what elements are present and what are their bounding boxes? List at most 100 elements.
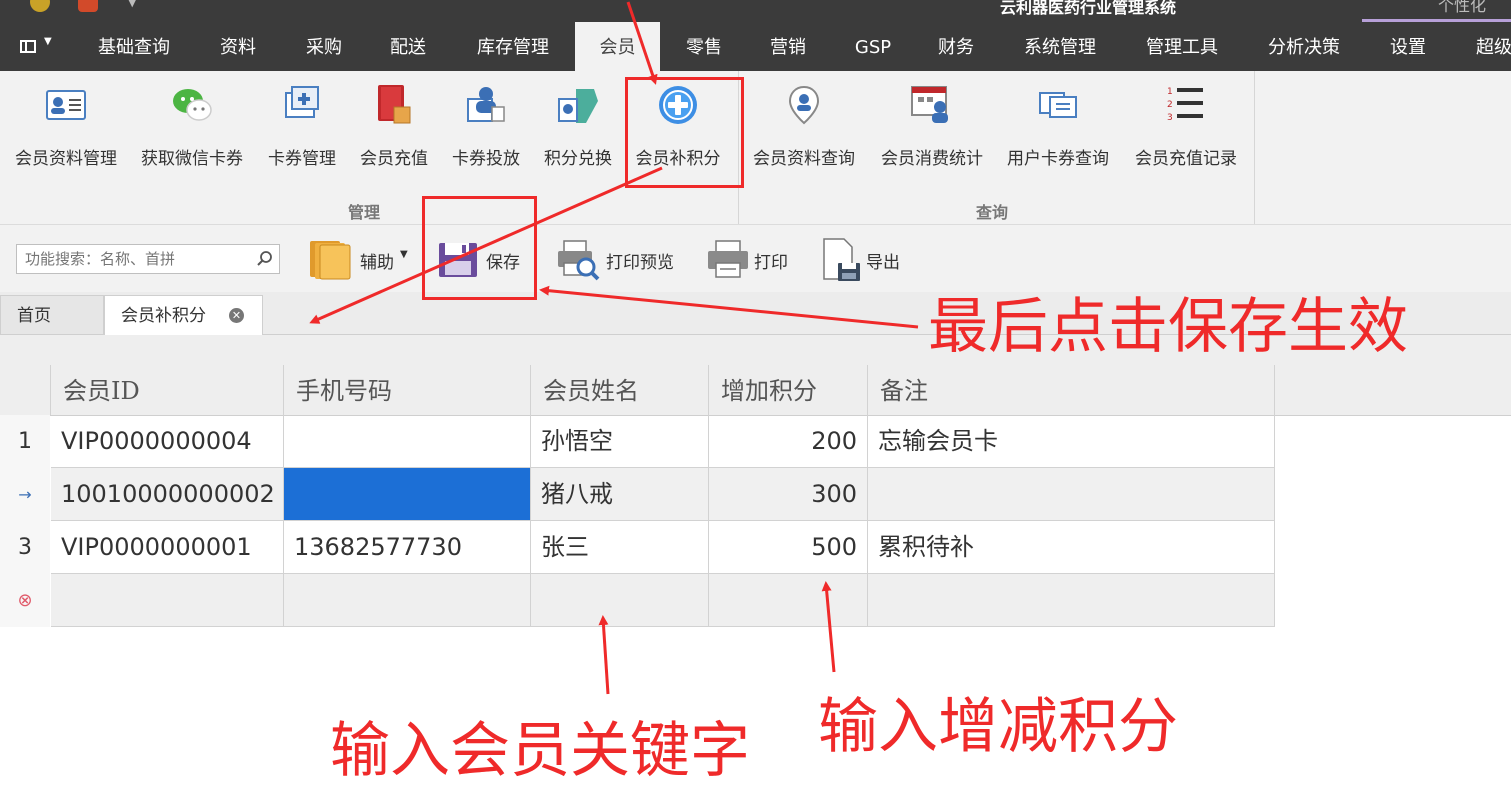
menu-data[interactable]: 资料 bbox=[200, 22, 276, 71]
column-header-member-id[interactable]: 会员ID bbox=[51, 365, 284, 415]
column-header-phone[interactable]: 手机号码 bbox=[284, 365, 531, 415]
ribbon-label: 卡券管理 bbox=[268, 149, 336, 169]
menu-gsp[interactable]: GSP bbox=[838, 22, 908, 71]
tab-home[interactable]: 首页 bbox=[0, 295, 104, 334]
print-label: 打印 bbox=[754, 253, 788, 273]
menu-member[interactable]: 会员 bbox=[575, 22, 660, 71]
new-row[interactable]: ⊗ bbox=[0, 574, 1275, 627]
cell-phone[interactable] bbox=[284, 415, 531, 468]
column-header-points[interactable]: 增加积分 bbox=[709, 365, 868, 415]
ribbon-label: 会员充值 bbox=[360, 149, 428, 169]
cell-name[interactable]: 张三 bbox=[531, 521, 709, 574]
cell-member-id[interactable] bbox=[51, 574, 284, 627]
table-row[interactable]: 3 VIP0000000001 13682577730 张三 500 累积待补 bbox=[0, 521, 1275, 574]
search-icon[interactable] bbox=[255, 250, 273, 268]
coupon-manage-button[interactable]: 卡券管理 bbox=[262, 71, 342, 191]
grid-corner bbox=[0, 365, 51, 415]
export-label: 导出 bbox=[866, 253, 900, 273]
export-icon bbox=[823, 238, 860, 281]
cell-phone[interactable]: 13682577730 bbox=[284, 521, 531, 574]
row-indicator: 1 bbox=[0, 415, 50, 468]
assist-button[interactable]: 辅助 ▼ bbox=[308, 235, 414, 283]
ribbon-group-separator bbox=[1254, 71, 1255, 224]
print-preview-label: 打印预览 bbox=[606, 253, 674, 273]
cell-member-id[interactable]: VIP0000000001 bbox=[51, 521, 284, 574]
menu-retail[interactable]: 零售 bbox=[668, 22, 740, 71]
cell-member-id[interactable]: 10010000000002 bbox=[51, 468, 284, 521]
member-profile-query-button[interactable]: 会员资料查询 bbox=[748, 71, 860, 191]
menu-bar: ▼ 基础查询 资料 采购 配送 库存管理 会员 零售 营销 GSP 财务 系统管… bbox=[0, 22, 1511, 71]
cell-points[interactable] bbox=[709, 574, 868, 627]
sidebar-icon bbox=[20, 40, 36, 53]
grid-header: 会员ID 手机号码 会员姓名 增加积分 备注 bbox=[0, 365, 1511, 416]
get-wechat-coupon-button[interactable]: 获取微信卡券 bbox=[136, 71, 248, 191]
menu-super[interactable]: 超级 bbox=[1458, 22, 1511, 71]
app-title: 云利器医药行业管理系统 bbox=[1000, 0, 1177, 17]
member-recharge-button[interactable]: 会员充值 bbox=[354, 71, 434, 191]
member-consumption-stats-button[interactable]: 会员消费统计 bbox=[876, 71, 988, 191]
ribbon-label: 会员消费统计 bbox=[881, 149, 983, 169]
folder-stack-icon bbox=[310, 241, 351, 280]
app-logo-icon bbox=[30, 0, 50, 12]
consumption-stats-icon bbox=[911, 86, 948, 123]
table-row[interactable]: → 10010000000002 猪八戒 300 bbox=[0, 468, 1275, 521]
menu-purchase[interactable]: 采购 bbox=[288, 22, 360, 71]
chevron-down-icon: ▼ bbox=[44, 36, 52, 47]
assist-dropdown-icon: ▼ bbox=[400, 249, 408, 260]
print-preview-button[interactable]: 打印预览 bbox=[556, 235, 682, 283]
highlight-box-add-points bbox=[625, 77, 744, 188]
cell-note[interactable]: 忘输会员卡 bbox=[868, 415, 1275, 468]
cell-points[interactable]: 300 bbox=[709, 468, 868, 521]
cell-phone[interactable] bbox=[284, 574, 531, 627]
menu-finance[interactable]: 财务 bbox=[920, 22, 992, 71]
quick-access-dropdown-icon[interactable]: ▼ bbox=[128, 0, 136, 9]
ribbon-label: 会员资料管理 bbox=[15, 149, 117, 169]
numbered-list-icon: 1 2 3 bbox=[1167, 87, 1203, 123]
menu-tools[interactable]: 管理工具 bbox=[1128, 22, 1236, 71]
function-search-input[interactable] bbox=[17, 245, 263, 273]
cell-points[interactable]: 500 bbox=[709, 521, 868, 574]
ribbon: 会员资料管理 获取微信卡券 卡券管理 会员充值 卡券投放 积分兑换 会员补积分 … bbox=[0, 71, 1511, 225]
svg-text:3: 3 bbox=[1167, 113, 1173, 123]
printer-icon bbox=[708, 240, 748, 278]
menu-analysis[interactable]: 分析决策 bbox=[1250, 22, 1358, 71]
menu-delivery[interactable]: 配送 bbox=[372, 22, 444, 71]
cell-phone-selected[interactable] bbox=[284, 468, 531, 521]
function-search[interactable] bbox=[16, 244, 280, 274]
tab-member-add-points-label: 会员补积分 bbox=[121, 306, 206, 326]
tab-member-add-points[interactable]: 会员补积分 ✕ bbox=[104, 295, 263, 335]
menu-marketing[interactable]: 营销 bbox=[752, 22, 824, 71]
column-header-note[interactable]: 备注 bbox=[868, 365, 1275, 415]
ribbon-group-manage-label: 管理 bbox=[348, 203, 381, 222]
menu-inventory[interactable]: 库存管理 bbox=[458, 22, 568, 71]
cell-points[interactable]: 200 bbox=[709, 415, 868, 468]
annotation-member-hint: 输入会员关键字 bbox=[330, 716, 750, 786]
ribbon-label: 用户卡券查询 bbox=[1007, 149, 1109, 169]
coupon-deliver-button[interactable]: 卡券投放 bbox=[446, 71, 526, 191]
cell-name[interactable]: 孙悟空 bbox=[531, 415, 709, 468]
member-profile-manage-button[interactable]: 会员资料管理 bbox=[10, 71, 122, 191]
table-row[interactable]: 1 VIP0000000004 孙悟空 200 忘输会员卡 bbox=[0, 415, 1275, 468]
member-recharge-record-button[interactable]: 1 2 3 会员充值记录 bbox=[1128, 71, 1244, 191]
column-header-name[interactable]: 会员姓名 bbox=[531, 365, 709, 415]
menu-toggle-button[interactable]: ▼ bbox=[18, 36, 58, 60]
cell-note[interactable] bbox=[868, 468, 1275, 521]
cell-member-id[interactable]: VIP0000000004 bbox=[51, 415, 284, 468]
menu-basic-query[interactable]: 基础查询 bbox=[82, 22, 186, 71]
user-coupon-query-button[interactable]: 用户卡券查询 bbox=[1002, 71, 1114, 191]
quick-access-icon[interactable] bbox=[78, 0, 98, 12]
points-exchange-button[interactable]: 积分兑换 bbox=[538, 71, 618, 191]
close-icon[interactable]: ✕ bbox=[229, 308, 244, 323]
print-button[interactable]: 打印 bbox=[706, 235, 798, 283]
recharge-icon bbox=[378, 85, 411, 124]
points-exchange-icon bbox=[558, 89, 598, 123]
menu-settings[interactable]: 设置 bbox=[1372, 22, 1444, 71]
cell-name[interactable] bbox=[531, 574, 709, 627]
svg-text:1: 1 bbox=[1167, 87, 1173, 97]
cell-note[interactable]: 累积待补 bbox=[868, 521, 1275, 574]
menu-system[interactable]: 系统管理 bbox=[1006, 22, 1114, 71]
cell-name[interactable]: 猪八戒 bbox=[531, 468, 709, 521]
personalize-button[interactable]: 个性化 bbox=[1362, 0, 1511, 22]
cell-note[interactable] bbox=[868, 574, 1275, 627]
export-button[interactable]: 导出 bbox=[820, 235, 912, 283]
